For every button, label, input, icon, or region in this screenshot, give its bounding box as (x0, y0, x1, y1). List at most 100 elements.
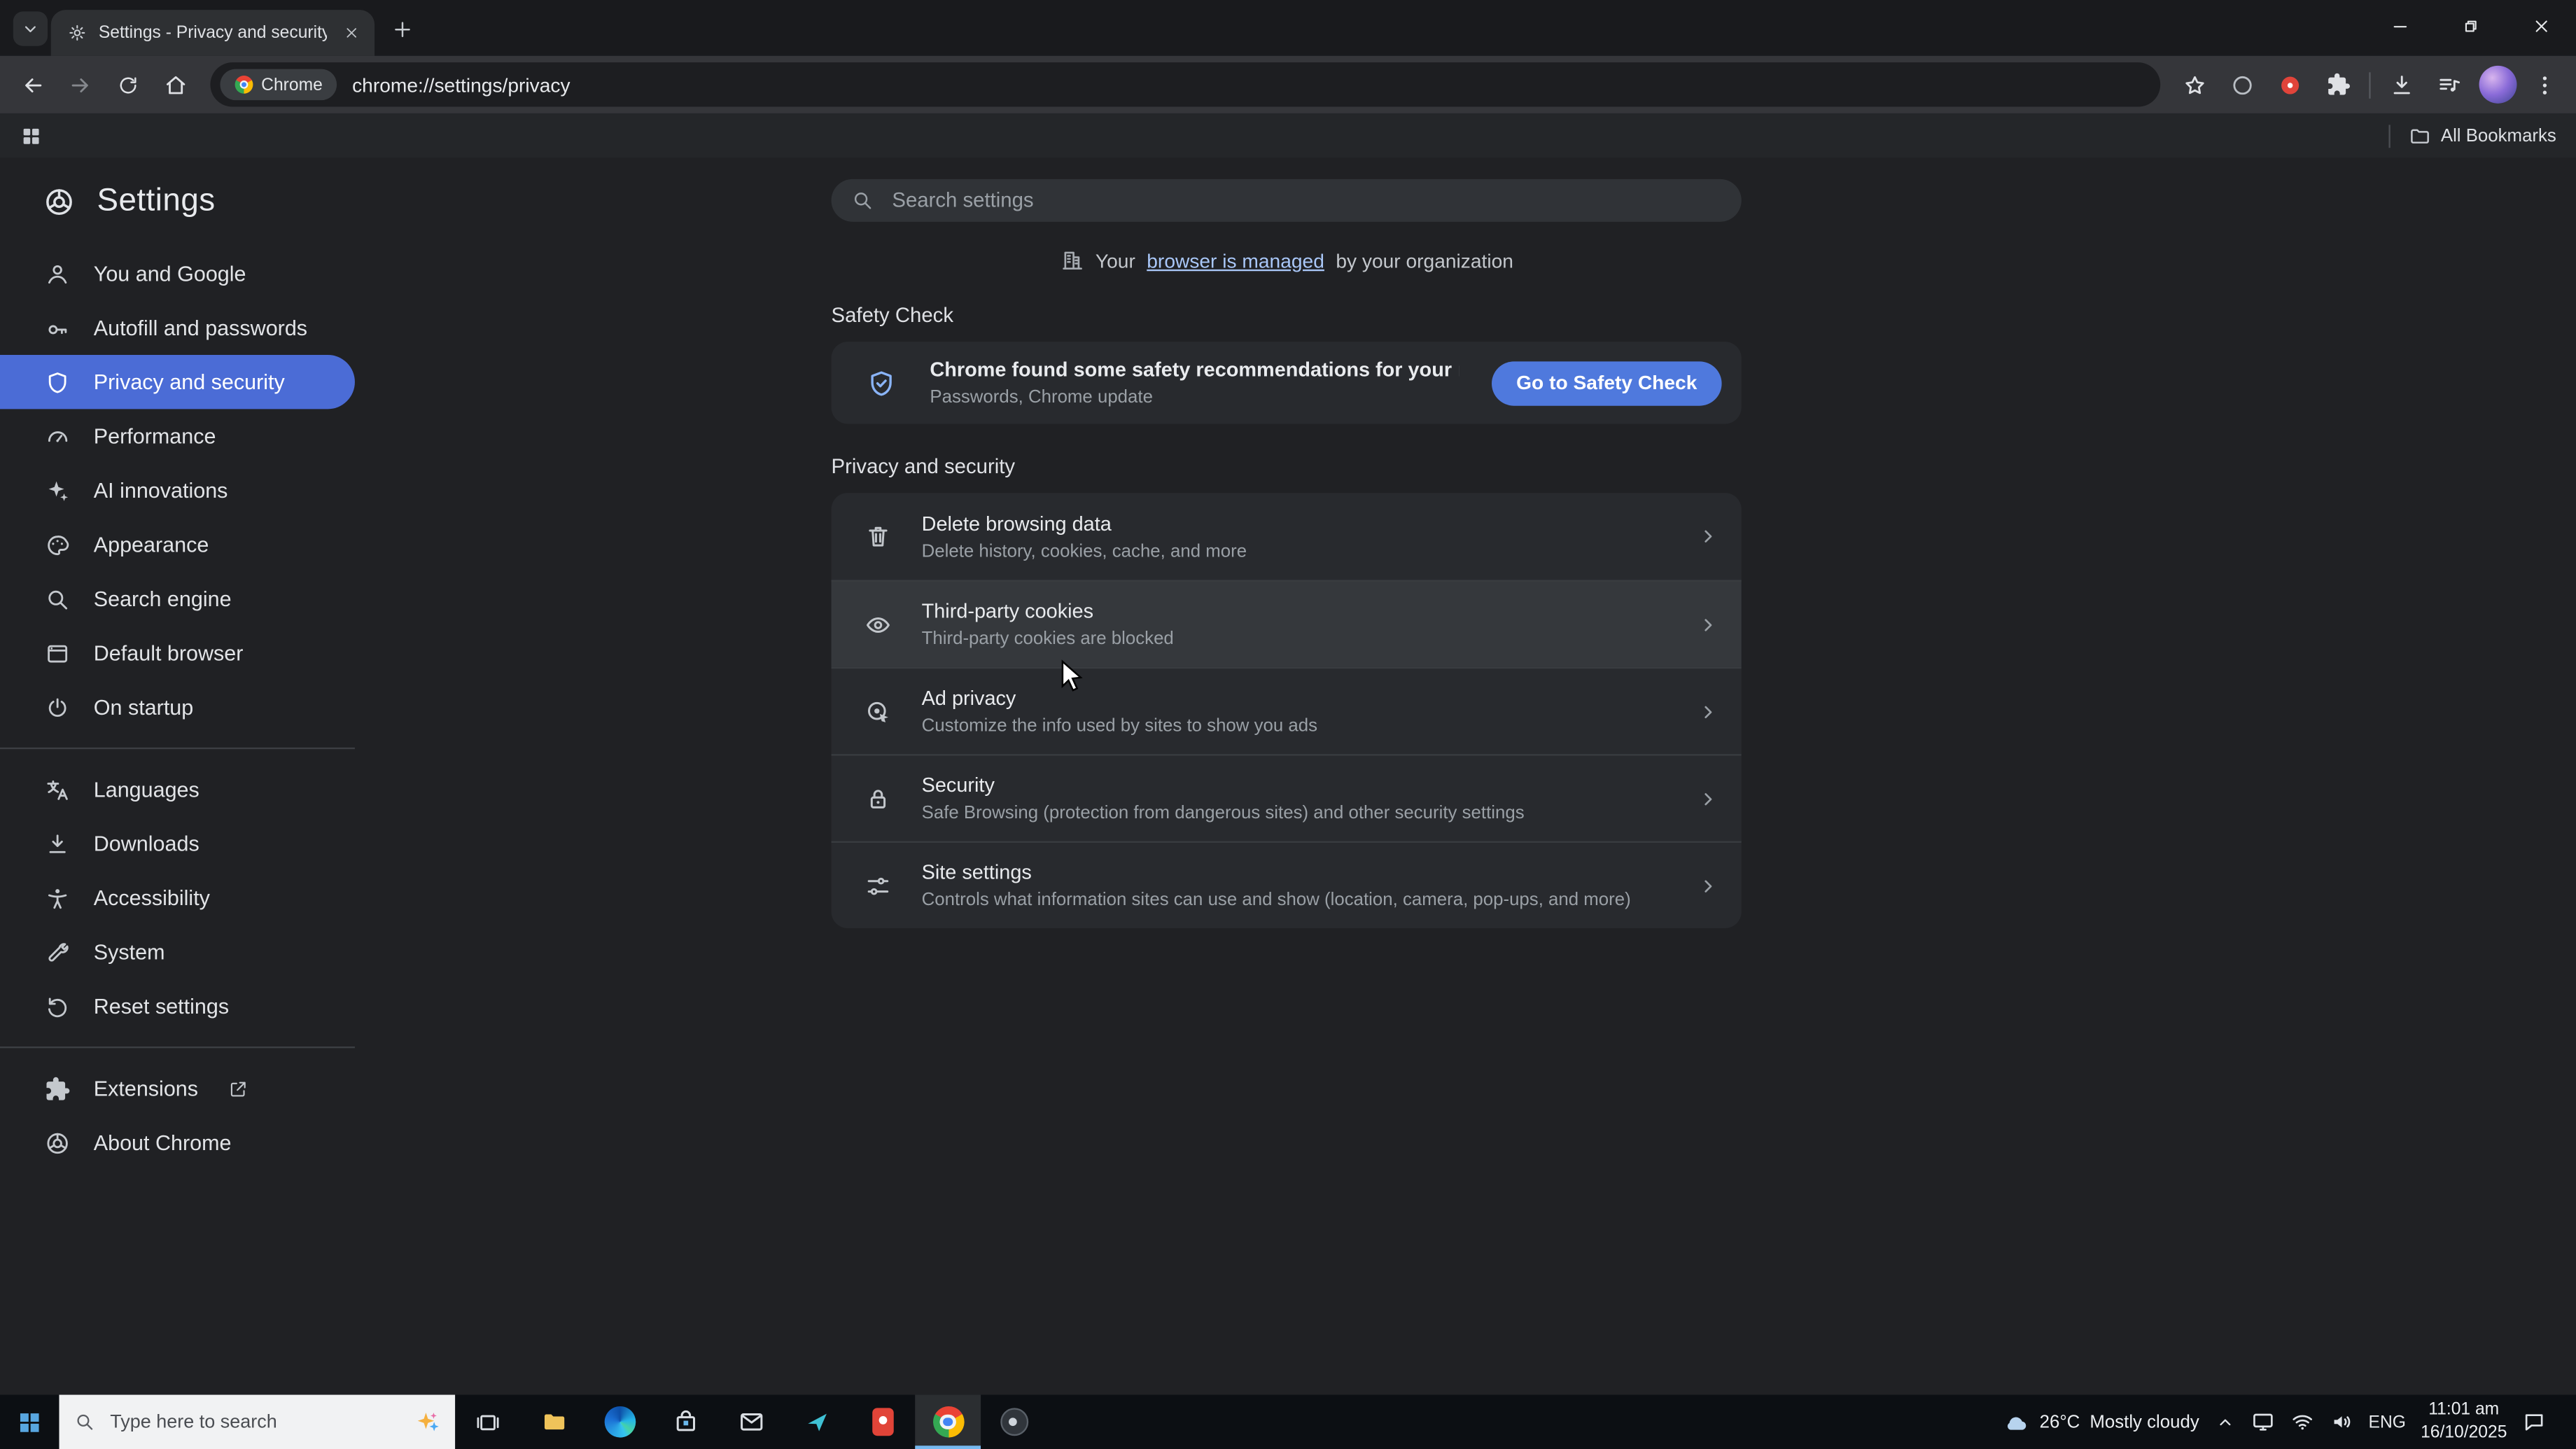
mail-app[interactable] (718, 1395, 784, 1449)
task-view-button[interactable] (455, 1395, 521, 1449)
browser-tab[interactable]: Settings - Privacy and security (51, 10, 374, 56)
red-app[interactable] (849, 1395, 915, 1449)
star-icon (2182, 71, 2208, 98)
tray-network-button[interactable] (2290, 1410, 2314, 1434)
puzzle-icon (2325, 72, 2350, 97)
settings-search-input[interactable] (889, 188, 1722, 214)
downloads-button[interactable] (2379, 62, 2425, 108)
store-app[interactable] (652, 1395, 718, 1449)
sidebar-item-performance[interactable]: Performance (0, 409, 355, 463)
chevron-right-icon (1695, 699, 1720, 724)
row-third-party-cookies[interactable]: Third-party cookies Third-party cookies … (832, 580, 1742, 666)
row-ad-privacy[interactable]: Ad privacy Customize the info used by si… (832, 667, 1742, 754)
managed-notice-link[interactable]: browser is managed (1147, 249, 1324, 272)
sidebar-item-languages[interactable]: Languages (0, 762, 355, 816)
settings-page: Settings You and Google Autofill and pas… (0, 158, 2576, 1394)
weather-widget[interactable]: 26°C Mostly cloudy (2003, 1408, 2199, 1435)
privacy-card: Delete browsing data Delete history, coo… (832, 493, 1742, 928)
task-view-icon (475, 1408, 501, 1435)
clock-widget[interactable]: 11:01 am 16/10/2025 (2421, 1399, 2507, 1444)
dark-circle-app[interactable] (981, 1395, 1046, 1449)
language-indicator[interactable]: ENG (2369, 1412, 2406, 1432)
taskbar-search-input[interactable] (107, 1410, 405, 1434)
reload-button[interactable] (104, 61, 151, 108)
restore-button[interactable] (2435, 0, 2505, 51)
row-subtitle: Third-party cookies are blocked (922, 629, 1666, 649)
sidebar-item-search-engine[interactable]: Search engine (0, 572, 355, 626)
home-button[interactable] (151, 61, 199, 108)
row-subtitle: Customize the info used by sites to show… (922, 716, 1666, 736)
start-button[interactable] (0, 1395, 59, 1449)
sidebar-item-default-browser[interactable]: Default browser (0, 626, 355, 680)
sidebar-item-label: Appearance (94, 532, 209, 556)
sidebar-item-system[interactable]: System (0, 925, 355, 979)
tune-icon (864, 872, 892, 899)
toolbar-separator (2369, 71, 2370, 98)
weather-condition: Mostly cloudy (2090, 1412, 2199, 1432)
minimize-button[interactable] (2364, 0, 2435, 51)
action-center-button[interactable] (2522, 1410, 2547, 1434)
connect-app[interactable] (783, 1395, 849, 1449)
puzzle-icon (44, 1075, 71, 1102)
home-icon (162, 71, 188, 98)
sidebar-item-downloads[interactable]: Downloads (0, 816, 355, 870)
extension-a-button[interactable] (2220, 62, 2266, 108)
address-bar[interactable]: Chrome chrome://settings/privacy (210, 62, 2160, 106)
back-button[interactable] (8, 61, 56, 108)
row-delete-browsing-data[interactable]: Delete browsing data Delete history, coo… (832, 493, 1742, 580)
site-chip[interactable]: Chrome (220, 69, 337, 101)
sidebar-item-appearance[interactable]: Appearance (0, 517, 355, 571)
organization-building-icon (1059, 248, 1084, 272)
sidebar-item-label: Accessibility (94, 886, 210, 910)
file-explorer-app[interactable] (521, 1395, 587, 1449)
go-to-safety-check-button[interactable]: Go to Safety Check (1492, 360, 1722, 405)
sidebar-item-accessibility[interactable]: Accessibility (0, 871, 355, 925)
extension-b-button[interactable] (2267, 62, 2314, 108)
media-controls-button[interactable] (2426, 62, 2472, 108)
sidebar-item-autofill[interactable]: Autofill and passwords (0, 300, 355, 354)
folder-icon (2408, 124, 2431, 147)
row-security[interactable]: Security Safe Browsing (protection from … (832, 754, 1742, 841)
chevron-up-icon (2214, 1411, 2236, 1433)
tray-display-button[interactable] (2250, 1410, 2275, 1434)
sidebar-item-you-and-google[interactable]: You and Google (0, 246, 355, 300)
back-icon (19, 71, 46, 98)
close-window-button[interactable] (2505, 0, 2576, 51)
sidebar-item-ai-innovations[interactable]: AI innovations (0, 463, 355, 517)
trash-icon (864, 522, 892, 550)
edge-app[interactable] (587, 1395, 652, 1449)
all-bookmarks-button[interactable]: All Bookmarks (2408, 124, 2556, 147)
browser-icon (44, 640, 71, 666)
settings-search[interactable] (832, 179, 1742, 222)
tab-search-button[interactable] (13, 11, 48, 46)
browser-menu-button[interactable] (2522, 62, 2568, 108)
sidebar-item-label: System (94, 939, 165, 964)
sidebar-item-extensions[interactable]: Extensions (0, 1061, 355, 1115)
search-icon (74, 1411, 96, 1433)
bookmark-star-button[interactable] (2172, 62, 2218, 108)
chevron-right-icon (1695, 786, 1720, 811)
extensions-menu-button[interactable] (2315, 62, 2361, 108)
row-site-settings[interactable]: Site settings Controls what information … (832, 841, 1742, 928)
profile-button[interactable] (2474, 62, 2520, 108)
sidebar-item-reset-settings[interactable]: Reset settings (0, 979, 355, 1033)
sidebar-item-on-startup[interactable]: On startup (0, 680, 355, 734)
sidebar-item-privacy-and-security[interactable]: Privacy and security (0, 355, 355, 409)
all-bookmarks-label: All Bookmarks (2441, 126, 2556, 146)
new-tab-button[interactable] (384, 11, 419, 46)
sidebar-item-about-chrome[interactable]: About Chrome (0, 1116, 355, 1170)
taskbar-search[interactable] (59, 1395, 455, 1449)
tray-expand-button[interactable] (2214, 1411, 2236, 1433)
apps-shortcut-button[interactable] (20, 124, 43, 147)
sidebar-item-label: Performance (94, 424, 216, 449)
tray-volume-button[interactable] (2329, 1410, 2353, 1434)
shield-icon (44, 369, 71, 396)
tab-close-button[interactable] (338, 20, 363, 45)
chevron-right-icon (1695, 524, 1720, 549)
forward-button[interactable] (56, 61, 104, 108)
sidebar-item-label: About Chrome (94, 1130, 232, 1155)
key-icon (44, 314, 71, 341)
sidebar-item-label: Reset settings (94, 994, 229, 1018)
chrome-app[interactable] (915, 1395, 981, 1449)
download-icon (2388, 71, 2415, 98)
